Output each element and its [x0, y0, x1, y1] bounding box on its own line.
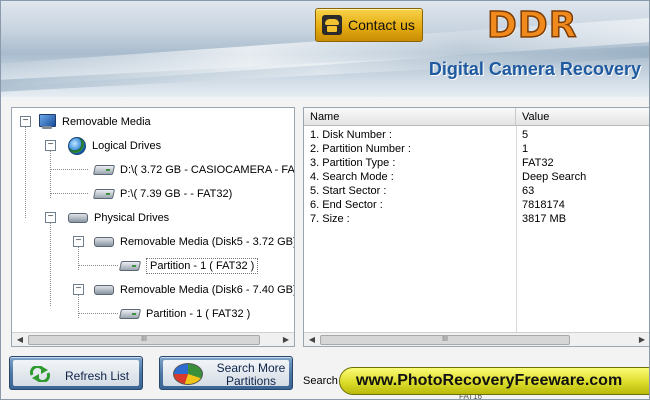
tree-connector — [78, 265, 118, 266]
tree-node-label: Partition - 1 ( FAT32 ) — [146, 258, 259, 274]
cell-value: Deep Search — [522, 171, 587, 183]
cell-name: 6. End Sector : — [310, 199, 383, 211]
tree-node-label: Removable Media (Disk6 - 7.40 GB) — [120, 284, 295, 296]
cell-value: 3817 MB — [522, 213, 567, 225]
tree-node-label: Removable Media (Disk5 - 3.72 GB) — [120, 236, 295, 248]
cell-value: 5 — [522, 129, 529, 141]
drive-icon — [118, 261, 142, 271]
table-row[interactable]: 5. Start Sector : 63 — [304, 184, 649, 198]
tree-node-disk5-partition[interactable]: Partition - 1 ( FAT32 ) — [118, 257, 259, 275]
tree-node-removable-media[interactable]: Removable Media — [38, 113, 151, 131]
table-row[interactable]: 7. Size : 3817 MB — [304, 212, 649, 226]
tree-horizontal-scrollbar[interactable]: ◀ III ▶ — [12, 332, 294, 346]
cell-value: 7818174 — [522, 199, 565, 211]
refresh-list-label: Refresh List — [65, 369, 130, 383]
tree-connector — [78, 313, 118, 314]
refresh-list-button[interactable]: Refresh List — [9, 356, 143, 390]
drive-tree-panel[interactable]: − Removable Media − Logical Drives D:\( … — [11, 107, 295, 347]
tree-connector — [50, 222, 51, 306]
table-row[interactable]: 4. Search Mode : Deep Search — [304, 170, 649, 184]
tree-connector — [78, 294, 79, 318]
table-row[interactable]: 2. Partition Number : 1 — [304, 142, 649, 156]
monitor-icon — [38, 114, 56, 130]
partition-details-panel: Name Value 1. Disk Number :5 2. Partition… — [303, 107, 649, 347]
tree-toggle-disk6[interactable]: − — [73, 284, 84, 295]
drive-icon — [118, 309, 142, 319]
app-window: Contact us DDR Digital Camera Recovery −… — [0, 0, 650, 400]
tree-connector — [78, 246, 79, 270]
tree-node-label: Physical Drives — [94, 212, 170, 224]
details-horizontal-scrollbar[interactable]: ◀ III ▶ — [304, 332, 649, 346]
scroll-right-icon[interactable]: ▶ — [635, 334, 649, 346]
cell-name: 7. Size : — [310, 213, 350, 225]
tree-connector — [50, 193, 88, 194]
cell-name: 1. Disk Number : — [310, 129, 392, 141]
refresh-icon — [29, 366, 51, 382]
cell-value: FAT32 — [522, 157, 554, 169]
tree-node-label: Partition - 1 ( FAT32 ) — [146, 308, 251, 320]
disk-icon — [94, 285, 114, 295]
tree-toggle-removable-media[interactable]: − — [20, 116, 31, 127]
cell-name: 2. Partition Number : — [310, 143, 411, 155]
tree-node-drive-d[interactable]: D:\( 3.72 GB - CASIOCAMERA - FAT32) — [92, 161, 295, 179]
table-header: Name Value — [304, 108, 649, 126]
tree-node-label: Logical Drives — [92, 140, 162, 152]
contact-us-label: Contact us — [348, 17, 415, 33]
disk-icon — [94, 237, 114, 247]
website-banner[interactable]: www.PhotoRecoveryFreeware.com — [339, 367, 649, 395]
phone-icon — [322, 15, 342, 35]
column-header-value[interactable]: Value — [516, 108, 649, 126]
header-banner: Contact us DDR Digital Camera Recovery — [1, 1, 649, 97]
contact-us-button[interactable]: Contact us — [315, 8, 423, 42]
cell-value: 63 — [522, 185, 535, 197]
tree-connector — [50, 169, 88, 170]
disk-icon — [68, 213, 88, 223]
cell-name: 5. Start Sector : — [310, 185, 387, 197]
tree-connector — [25, 122, 26, 218]
table-row[interactable]: 1. Disk Number : 5 — [304, 128, 649, 142]
tree-node-label: Removable Media — [62, 116, 151, 128]
search-label: Search — [303, 375, 338, 387]
cell-name: 3. Partition Type : — [310, 157, 396, 169]
drive-icon — [92, 189, 116, 199]
cell-value: 1 — [522, 143, 529, 155]
table-row[interactable]: 6. End Sector : 7818174 — [304, 198, 649, 212]
tree-node-logical-drives[interactable]: Logical Drives — [68, 137, 161, 155]
tree-node-disk5[interactable]: Removable Media (Disk5 - 3.72 GB) — [94, 233, 295, 251]
scroll-left-icon[interactable]: ◀ — [305, 334, 319, 346]
scroll-thumb[interactable]: III — [320, 335, 570, 345]
ddr-logo: DDR — [486, 4, 578, 47]
tree-node-disk6-partition[interactable]: Partition - 1 ( FAT32 ) — [118, 305, 251, 323]
column-header-name[interactable]: Name — [304, 108, 516, 126]
drive-icon — [92, 165, 116, 175]
tree-node-label: P:\( 7.39 GB - - FAT32) — [120, 188, 233, 200]
tree-toggle-logical-drives[interactable]: − — [45, 140, 56, 151]
tree-node-disk6[interactable]: Removable Media (Disk6 - 7.40 GB) — [94, 281, 295, 299]
button-face: Refresh List — [13, 360, 139, 386]
tree-toggle-disk5[interactable]: − — [73, 236, 84, 247]
tree-node-drive-p[interactable]: P:\( 7.39 GB - - FAT32) — [92, 185, 233, 203]
scroll-left-icon[interactable]: ◀ — [13, 334, 27, 346]
search-more-line2: Partitions — [225, 374, 277, 388]
scroll-thumb[interactable]: III — [28, 335, 260, 345]
button-face: Search More Partitions — [163, 360, 291, 388]
tree-connector — [50, 150, 51, 198]
search-more-label: Search More Partitions — [211, 362, 291, 388]
search-more-partitions-button[interactable]: Search More Partitions — [159, 356, 293, 390]
table-row[interactable]: 3. Partition Type : FAT32 — [304, 156, 649, 170]
scroll-right-icon[interactable]: ▶ — [279, 334, 293, 346]
tree-node-physical-drives[interactable]: Physical Drives — [68, 209, 169, 227]
pie-chart-icon — [173, 363, 203, 385]
website-url: www.PhotoRecoveryFreeware.com — [356, 372, 623, 389]
globe-icon — [68, 137, 86, 155]
tree-node-label: D:\( 3.72 GB - CASIOCAMERA - FAT32) — [120, 164, 295, 176]
tree-toggle-physical-drives[interactable]: − — [45, 212, 56, 223]
cell-name: 4. Search Mode : — [310, 171, 394, 183]
app-title: Digital Camera Recovery — [428, 59, 641, 79]
